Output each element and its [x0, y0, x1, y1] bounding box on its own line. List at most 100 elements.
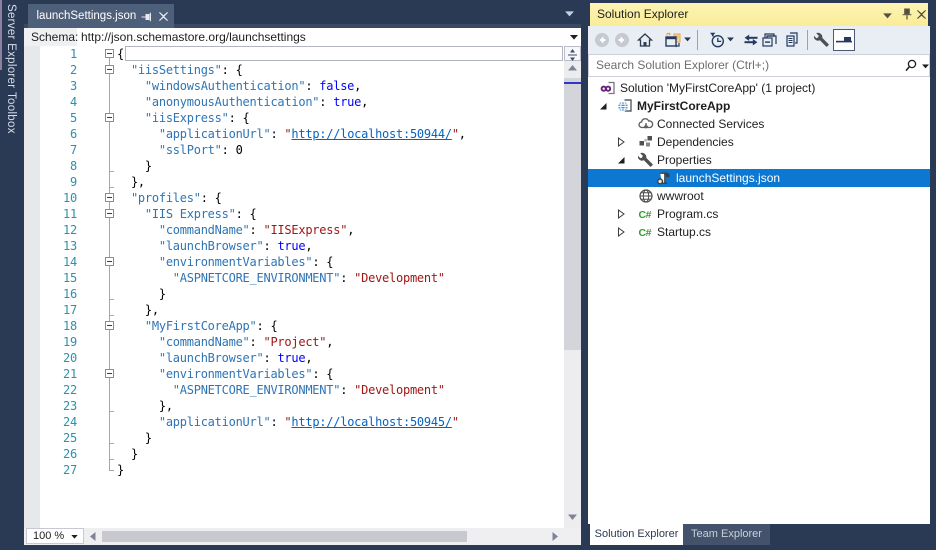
document-tab-launchsettings[interactable]: launchSettings.json — [27, 4, 174, 28]
solution-explorer-panel: Solution Explorer Search Solution Explor… — [588, 0, 930, 550]
show-all-files-button[interactable] — [784, 32, 800, 48]
code-line-3[interactable]: 3 "windowsAuthentication": false, — [24, 78, 564, 94]
code-line-23[interactable]: 23 }, — [24, 398, 564, 414]
tree-item-connected-services[interactable]: Connected Services — [588, 115, 930, 133]
window-position-icon[interactable] — [883, 13, 892, 19]
back-button[interactable] — [594, 32, 610, 48]
code-text: "environmentVariables": { — [158, 367, 334, 381]
switch-views-button[interactable] — [665, 32, 681, 48]
line-number: 14 — [63, 255, 77, 269]
expanded-arrow-icon[interactable] — [598, 101, 608, 111]
left-toolwindow-bar: Server Explorer Toolbox — [0, 0, 24, 550]
splitter-handle[interactable] — [564, 46, 581, 61]
code-line-27[interactable]: 27} — [24, 462, 564, 478]
code-line-8[interactable]: 8 } — [24, 158, 564, 174]
line-number: 19 — [63, 335, 77, 349]
tree-item-launchsettings-json[interactable]: launchSettings.json — [588, 169, 930, 187]
pin-tab-icon[interactable] — [141, 11, 153, 23]
tree-item-startup-cs[interactable]: Startup.cs — [588, 223, 930, 241]
zoom-combobox[interactable]: 100 % — [26, 528, 84, 544]
solution-tree: Solution 'MyFirstCoreApp' (1 project) MyF… — [588, 77, 930, 524]
schema-combobox[interactable]: http://json.schemastore.org/launchsettin… — [81, 30, 306, 44]
fold-collapse-box[interactable] — [104, 369, 114, 378]
search-icon[interactable] — [904, 59, 917, 72]
collapsed-arrow-icon[interactable] — [616, 209, 626, 219]
fold-collapse-box[interactable] — [104, 193, 114, 202]
code-text: "iisSettings": { — [130, 63, 243, 77]
globe-icon — [638, 188, 654, 204]
sync-with-active-document-button[interactable] — [743, 32, 759, 48]
document-list-dropdown-icon[interactable] — [565, 11, 574, 17]
scroll-up-icon[interactable] — [568, 65, 577, 71]
zoom-dropdown-icon[interactable] — [71, 535, 78, 539]
code-line-9[interactable]: 9 }, — [24, 174, 564, 190]
code-line-26[interactable]: 26 } — [24, 446, 564, 462]
line-number: 2 — [70, 63, 77, 77]
close-tab-icon[interactable] — [159, 12, 168, 21]
code-text: "iisExpress": { — [144, 111, 250, 125]
fold-collapse-box[interactable] — [104, 49, 114, 58]
editor-horizontal-scrollbar[interactable]: 100 % — [24, 528, 581, 545]
vscroll-thumb[interactable] — [564, 78, 581, 350]
line-number: 21 — [63, 367, 77, 381]
tab-team-explorer[interactable]: Team Explorer — [683, 524, 770, 545]
expanded-arrow-icon[interactable] — [616, 155, 626, 165]
scroll-left-icon[interactable] — [90, 532, 96, 541]
collapse-all-button[interactable] — [762, 32, 778, 48]
code-line-7[interactable]: 7 "sslPort": 0 — [24, 142, 564, 158]
code-line-17[interactable]: 17 }, — [24, 302, 564, 318]
search-options-dropdown-icon[interactable] — [922, 64, 929, 69]
code-text: "applicationUrl": "http://localhost:5094… — [158, 127, 466, 141]
code-line-13[interactable]: 13 "launchBrowser": true, — [24, 238, 564, 254]
code-editor[interactable]: 1{2 "iisSettings": {3 "windowsAuthentica… — [24, 46, 564, 528]
schema-dropdown-icon[interactable] — [570, 35, 578, 40]
tree-item-program-cs[interactable]: Program.cs — [588, 205, 930, 223]
pin-panel-icon[interactable] — [901, 8, 913, 20]
code-line-20[interactable]: 20 "launchBrowser": true, — [24, 350, 564, 366]
code-line-25[interactable]: 25 } — [24, 430, 564, 446]
code-line-19[interactable]: 19 "commandName": "Project", — [24, 334, 564, 350]
collapsed-arrow-icon[interactable] — [616, 227, 626, 237]
code-line-24[interactable]: 24 "applicationUrl": "http://localhost:5… — [24, 414, 564, 430]
filter-dropdown-icon[interactable] — [727, 37, 734, 42]
code-line-4[interactable]: 4 "anonymousAuthentication": true, — [24, 94, 564, 110]
line-number: 25 — [63, 431, 77, 445]
code-line-15[interactable]: 15 "ASPNETCORE_ENVIRONMENT": "Developmen… — [24, 270, 564, 286]
code-text: "commandName": "Project", — [158, 335, 334, 349]
fold-collapse-box[interactable] — [104, 321, 114, 330]
switch-views-dropdown-icon[interactable] — [684, 37, 691, 42]
tab-solution-explorer[interactable]: Solution Explorer — [590, 524, 683, 545]
editor-vertical-scrollbar[interactable] — [564, 46, 581, 528]
close-panel-icon[interactable] — [917, 10, 926, 19]
collapsed-arrow-icon[interactable] — [616, 137, 626, 147]
fold-collapse-box[interactable] — [104, 65, 114, 74]
line-number: 4 — [70, 95, 77, 109]
tree-item-properties[interactable]: Properties — [588, 151, 930, 169]
code-line-12[interactable]: 12 "commandName": "IISExpress", — [24, 222, 564, 238]
tree-item-dependencies[interactable]: Dependencies — [588, 133, 930, 151]
sidebar-tab-server-explorer[interactable]: Server Explorer — [5, 4, 17, 88]
home-button[interactable] — [637, 32, 653, 48]
pending-changes-filter-button[interactable] — [709, 32, 725, 48]
code-line-22[interactable]: 22 "ASPNETCORE_ENVIRONMENT": "Developmen… — [24, 382, 564, 398]
forward-button[interactable] — [614, 32, 630, 48]
code-line-16[interactable]: 16 } — [24, 286, 564, 302]
properties-button[interactable] — [814, 32, 830, 48]
line-number: 10 — [63, 191, 77, 205]
sidebar-tab-toolbox[interactable]: Toolbox — [5, 92, 17, 134]
line-number: 15 — [63, 271, 77, 285]
fold-collapse-box[interactable] — [104, 209, 114, 218]
hscroll-thumb[interactable] — [102, 531, 467, 542]
scroll-down-icon[interactable] — [568, 514, 577, 520]
solution-explorer-titlebar[interactable]: Solution Explorer — [590, 3, 928, 26]
fold-collapse-box[interactable] — [104, 113, 114, 122]
tree-item-myfirstcoreapp[interactable]: MyFirstCoreApp — [588, 97, 930, 115]
solution-explorer-search[interactable]: Search Solution Explorer (Ctrl+;) — [588, 54, 930, 77]
scroll-right-icon[interactable] — [552, 532, 558, 541]
fold-collapse-box[interactable] — [104, 257, 114, 266]
preview-selected-items-toggle[interactable] — [833, 29, 855, 51]
fold-region-end — [109, 299, 114, 300]
tree-item-wwwroot[interactable]: wwwroot — [588, 187, 930, 205]
tree-item-solution-myfirstcoreapp-1-project[interactable]: Solution 'MyFirstCoreApp' (1 project) — [588, 79, 930, 97]
code-line-6[interactable]: 6 "applicationUrl": "http://localhost:50… — [24, 126, 564, 142]
